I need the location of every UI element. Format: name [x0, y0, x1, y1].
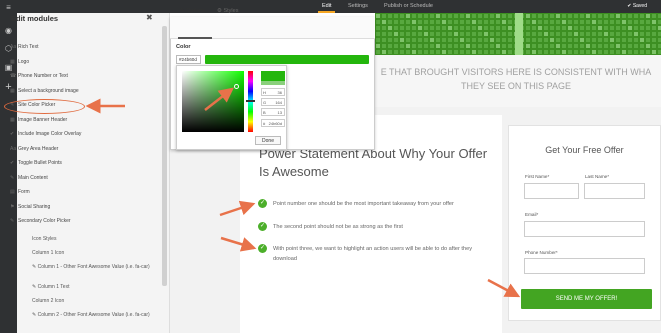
arrow-point-1	[219, 200, 256, 217]
arrow-picker-handle	[204, 87, 234, 111]
arrow-point-3	[220, 236, 257, 252]
arrow-submit	[487, 278, 521, 298]
annotation-arrows	[85, 87, 521, 298]
